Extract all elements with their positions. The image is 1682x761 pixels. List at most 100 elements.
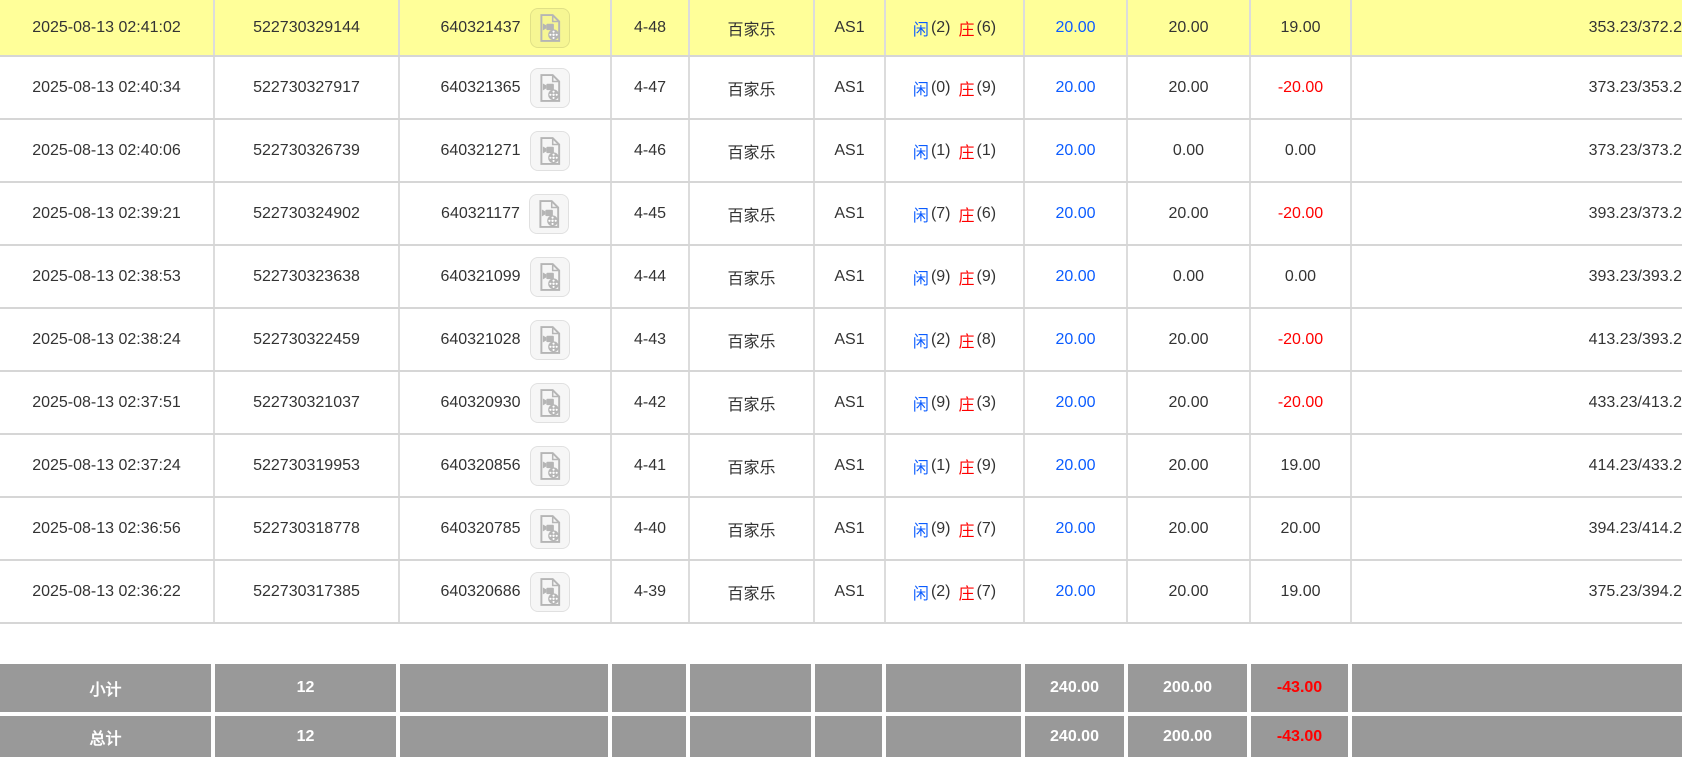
cell-round: 4-40: [612, 498, 690, 559]
cell-valid-bet: 20.00: [1128, 0, 1251, 55]
cell-balance: 373.23/373.2: [1352, 120, 1682, 181]
cell-winloss: -20.00: [1251, 309, 1352, 370]
banker-label: 庄: [959, 328, 975, 352]
cell-valid-bet: 20.00: [1128, 183, 1251, 244]
cell-bet-id: 522730327917: [215, 57, 400, 118]
cell-result: 闲(0)庄(9): [886, 57, 1025, 118]
cell-winloss: 19.00: [1251, 561, 1352, 622]
total-empty-balance: [1352, 716, 1682, 757]
table-row[interactable]: 2025-08-13 02:36:22522730317385640320686…: [0, 561, 1682, 624]
video-replay-button[interactable]: [530, 572, 570, 612]
cell-table-name: AS1: [815, 561, 886, 622]
video-replay-icon: [537, 14, 563, 42]
video-replay-icon: [536, 200, 562, 228]
banker-score: (7): [977, 583, 997, 601]
cell-game-name: 百家乐: [690, 183, 815, 244]
cell-valid-bet: 20.00: [1128, 372, 1251, 433]
banker-label: 庄: [959, 517, 975, 541]
cell-balance: 433.23/413.2: [1352, 372, 1682, 433]
video-replay-button[interactable]: [530, 383, 570, 423]
cell-round: 4-41: [612, 435, 690, 496]
cell-time: 2025-08-13 02:37:24: [0, 435, 215, 496]
video-replay-button[interactable]: [530, 131, 570, 171]
cell-game-id: 640321437: [400, 0, 612, 55]
total-label: 总计: [0, 716, 215, 757]
table-row[interactable]: 2025-08-13 02:36:56522730318778640320785…: [0, 498, 1682, 561]
table-row[interactable]: 2025-08-13 02:38:24522730322459640321028…: [0, 309, 1682, 372]
banker-label: 庄: [959, 391, 975, 415]
table-row[interactable]: 2025-08-13 02:40:06522730326739640321271…: [0, 120, 1682, 183]
cell-game-name: 百家乐: [690, 0, 815, 55]
cell-winloss: 19.00: [1251, 0, 1352, 55]
game-id-text: 640320856: [440, 457, 520, 475]
video-replay-icon: [537, 263, 563, 291]
total-empty-gameid: [400, 716, 612, 757]
cell-table-name: AS1: [815, 246, 886, 307]
cell-result: 闲(9)庄(3): [886, 372, 1025, 433]
cell-table-name: AS1: [815, 183, 886, 244]
table-row[interactable]: 2025-08-13 02:37:51522730321037640320930…: [0, 372, 1682, 435]
cell-round: 4-42: [612, 372, 690, 433]
cell-round: 4-43: [612, 309, 690, 370]
cell-bet-amount: 20.00: [1025, 435, 1128, 496]
game-id-text: 640320785: [440, 520, 520, 538]
cell-result: 闲(2)庄(8): [886, 309, 1025, 370]
table-row[interactable]: 2025-08-13 02:39:21522730324902640321177…: [0, 183, 1682, 246]
video-replay-button[interactable]: [530, 446, 570, 486]
table-row[interactable]: 2025-08-13 02:37:24522730319953640320856…: [0, 435, 1682, 498]
cell-bet-id: 522730317385: [215, 561, 400, 622]
player-label: 闲: [913, 391, 929, 415]
cell-winloss: 0.00: [1251, 120, 1352, 181]
video-replay-button[interactable]: [530, 320, 570, 360]
video-replay-button[interactable]: [529, 194, 569, 234]
subtotal-row: 小计 12 240.00 200.00 -43.00: [0, 664, 1682, 712]
total-count: 12: [215, 716, 400, 757]
cell-winloss: 0.00: [1251, 246, 1352, 307]
table-row[interactable]: 2025-08-13 02:40:34522730327917640321365…: [0, 57, 1682, 120]
cell-balance: 393.23/373.2: [1352, 183, 1682, 244]
cell-game-id: 640320856: [400, 435, 612, 496]
game-id-text: 640321271: [440, 142, 520, 160]
player-score: (9): [931, 520, 951, 538]
banker-score: (1): [977, 142, 997, 160]
cell-game-name: 百家乐: [690, 372, 815, 433]
video-replay-icon: [537, 74, 563, 102]
game-id-text: 640321177: [441, 205, 520, 223]
player-score: (2): [931, 583, 951, 601]
cell-bet-id: 522730324902: [215, 183, 400, 244]
table-row[interactable]: 2025-08-13 02:38:53522730323638640321099…: [0, 246, 1682, 309]
video-replay-button[interactable]: [530, 68, 570, 108]
cell-balance: 413.23/393.2: [1352, 309, 1682, 370]
banker-score: (3): [977, 394, 997, 412]
cell-valid-bet: 20.00: [1128, 561, 1251, 622]
table-row[interactable]: 2025-08-13 02:41:02522730329144640321437…: [0, 0, 1682, 57]
cell-table-name: AS1: [815, 435, 886, 496]
video-replay-button[interactable]: [530, 509, 570, 549]
cell-time: 2025-08-13 02:38:53: [0, 246, 215, 307]
cell-table-name: AS1: [815, 372, 886, 433]
table-bottom-spacer: [0, 624, 1682, 664]
cell-game-name: 百家乐: [690, 498, 815, 559]
player-score: (2): [931, 19, 951, 37]
subtotal-empty-game: [690, 664, 815, 712]
cell-game-name: 百家乐: [690, 309, 815, 370]
cell-game-id: 640321099: [400, 246, 612, 307]
cell-result: 闲(7)庄(6): [886, 183, 1025, 244]
video-replay-button[interactable]: [530, 8, 570, 48]
cell-time: 2025-08-13 02:36:56: [0, 498, 215, 559]
banker-label: 庄: [959, 76, 975, 100]
cell-bet-amount: 20.00: [1025, 561, 1128, 622]
total-row: 总计 12 240.00 200.00 -43.00: [0, 716, 1682, 757]
cell-table-name: AS1: [815, 0, 886, 55]
video-replay-button[interactable]: [530, 257, 570, 297]
cell-bet-id: 522730321037: [215, 372, 400, 433]
cell-game-name: 百家乐: [690, 246, 815, 307]
game-id-text: 640321365: [440, 79, 520, 97]
banker-label: 庄: [959, 202, 975, 226]
cell-game-id: 640321365: [400, 57, 612, 118]
cell-bet-id: 522730326739: [215, 120, 400, 181]
cell-game-id: 640321177: [400, 183, 612, 244]
player-label: 闲: [913, 580, 929, 604]
cell-bet-amount: 20.00: [1025, 246, 1128, 307]
banker-score: (6): [977, 205, 997, 223]
